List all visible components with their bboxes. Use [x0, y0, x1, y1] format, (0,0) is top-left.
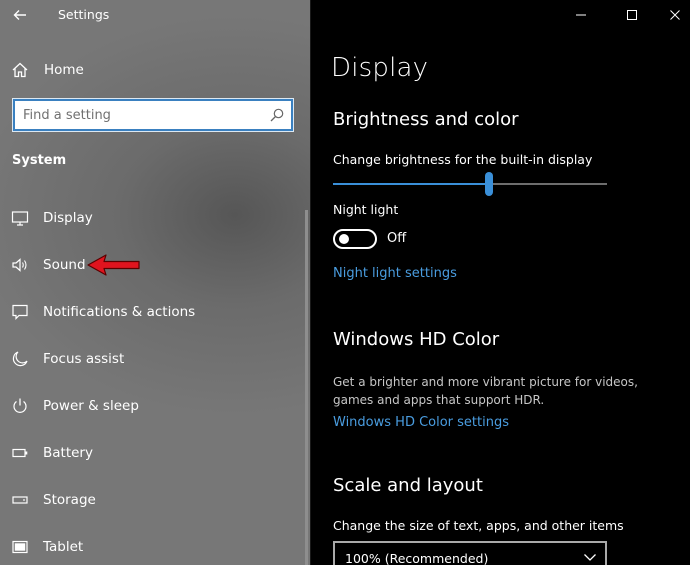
sidebar-item-tablet[interactable]: Tablet	[0, 527, 308, 565]
brightness-heading: Brightness and color	[333, 109, 519, 130]
close-icon	[670, 10, 680, 20]
annotation-arrow-icon	[87, 254, 140, 276]
sidebar-item-display[interactable]: Display	[0, 198, 308, 238]
back-button[interactable]	[8, 4, 32, 26]
tablet-icon	[10, 537, 30, 557]
hd-color-description: Get a brighter and more vibrant picture …	[333, 375, 638, 407]
sidebar-item-storage[interactable]: Storage	[0, 480, 308, 520]
sidebar-item-label: Sound	[43, 257, 86, 273]
battery-icon	[10, 443, 30, 463]
sidebar-item-focus-assist[interactable]: Focus assist	[0, 339, 308, 379]
brightness-label: Change brightness for the built-in displ…	[333, 152, 593, 167]
sidebar-item-label: Storage	[43, 492, 96, 508]
search-icon[interactable]	[269, 107, 285, 123]
hd-color-settings-link[interactable]: Windows HD Color settings	[333, 415, 509, 430]
storage-icon	[10, 490, 30, 510]
sidebar-item-notifications[interactable]: Notifications & actions	[0, 292, 308, 332]
notification-icon	[10, 302, 30, 322]
sidebar-item-sound[interactable]: Sound	[0, 245, 308, 285]
brightness-slider-thumb[interactable]	[485, 172, 493, 196]
sidebar-item-label: Focus assist	[43, 351, 125, 367]
sidebar-item-label: Battery	[43, 445, 93, 461]
monitor-icon	[10, 208, 30, 228]
maximize-button[interactable]	[609, 0, 655, 30]
toggle-knob	[339, 234, 349, 244]
brightness-slider-fill	[333, 183, 489, 185]
night-light-state: Off	[387, 231, 407, 246]
sidebar-item-home[interactable]: Home	[0, 50, 308, 90]
maximize-icon	[627, 10, 637, 20]
night-light-label: Night light	[333, 202, 399, 217]
sidebar-item-battery[interactable]: Battery	[0, 433, 308, 473]
scale-label: Change the size of text, apps, and other…	[333, 518, 624, 533]
sidebar-item-power-sleep[interactable]: Power & sleep	[0, 386, 308, 426]
minimize-button[interactable]	[558, 0, 604, 30]
scale-dropdown[interactable]: 100% (Recommended)	[333, 541, 607, 565]
search-input[interactable]	[23, 106, 259, 124]
night-light-toggle[interactable]	[333, 229, 377, 249]
page-title: Display	[331, 53, 429, 83]
search-box[interactable]	[12, 98, 294, 132]
sidebar-item-label: Display	[43, 210, 93, 226]
moon-icon	[10, 349, 30, 369]
chevron-down-icon	[584, 554, 596, 561]
sidebar-item-label: Home	[44, 62, 84, 78]
settings-sidebar: Settings Home System Display	[0, 0, 311, 565]
night-light-settings-link[interactable]: Night light settings	[333, 266, 457, 281]
sidebar-item-label: Power & sleep	[43, 398, 139, 414]
back-arrow-icon	[13, 10, 26, 20]
title-bar: Settings	[0, 0, 311, 30]
brightness-slider[interactable]	[333, 172, 607, 196]
content-pane: Display Brightness and color Change brig…	[312, 0, 690, 565]
close-button[interactable]	[652, 0, 690, 30]
sidebar-scrollbar[interactable]	[305, 210, 308, 565]
hd-color-heading: Windows HD Color	[333, 329, 500, 350]
speaker-icon	[10, 255, 30, 275]
home-icon	[10, 60, 30, 80]
scale-selected-value: 100% (Recommended)	[345, 551, 489, 565]
power-icon	[10, 396, 30, 416]
scale-layout-heading: Scale and layout	[333, 475, 483, 496]
minimize-icon	[576, 14, 586, 16]
section-heading: System	[12, 153, 67, 168]
app-title: Settings	[58, 7, 110, 22]
sidebar-item-label: Tablet	[43, 539, 84, 555]
sidebar-item-label: Notifications & actions	[43, 304, 196, 320]
